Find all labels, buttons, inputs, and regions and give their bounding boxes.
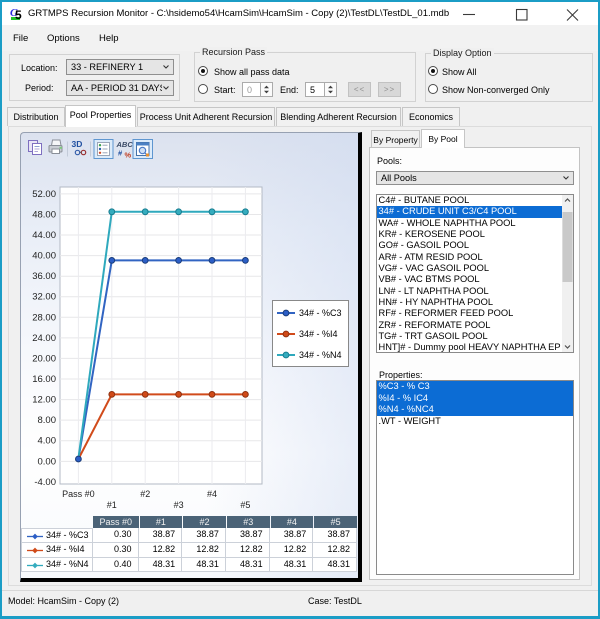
svg-text:#2: #2 [140, 489, 150, 499]
svg-text:20.00: 20.00 [32, 353, 56, 364]
svg-text:5: 5 [15, 8, 22, 21]
svg-text:-4.00: -4.00 [34, 477, 56, 488]
svg-text:#3: #3 [174, 500, 184, 510]
svg-text:48.00: 48.00 [32, 210, 56, 221]
svg-text:36.00: 36.00 [32, 271, 56, 282]
svg-text:4.00: 4.00 [38, 436, 57, 447]
svg-text:#4: #4 [207, 489, 217, 499]
svg-text:28.00: 28.00 [32, 312, 56, 323]
svg-text:52.00: 52.00 [32, 189, 56, 200]
svg-text:0.00: 0.00 [38, 456, 57, 467]
svg-text:32.00: 32.00 [32, 292, 56, 303]
svg-text:#1: #1 [107, 500, 117, 510]
svg-text:40.00: 40.00 [32, 251, 56, 262]
svg-text:24.00: 24.00 [32, 333, 56, 344]
svg-text:#5: #5 [240, 500, 250, 510]
svg-text:16.00: 16.00 [32, 374, 56, 385]
svg-text:Pass #0: Pass #0 [62, 489, 95, 499]
svg-text:12.00: 12.00 [32, 395, 56, 406]
svg-text:8.00: 8.00 [38, 415, 57, 426]
svg-text:44.00: 44.00 [32, 230, 56, 241]
